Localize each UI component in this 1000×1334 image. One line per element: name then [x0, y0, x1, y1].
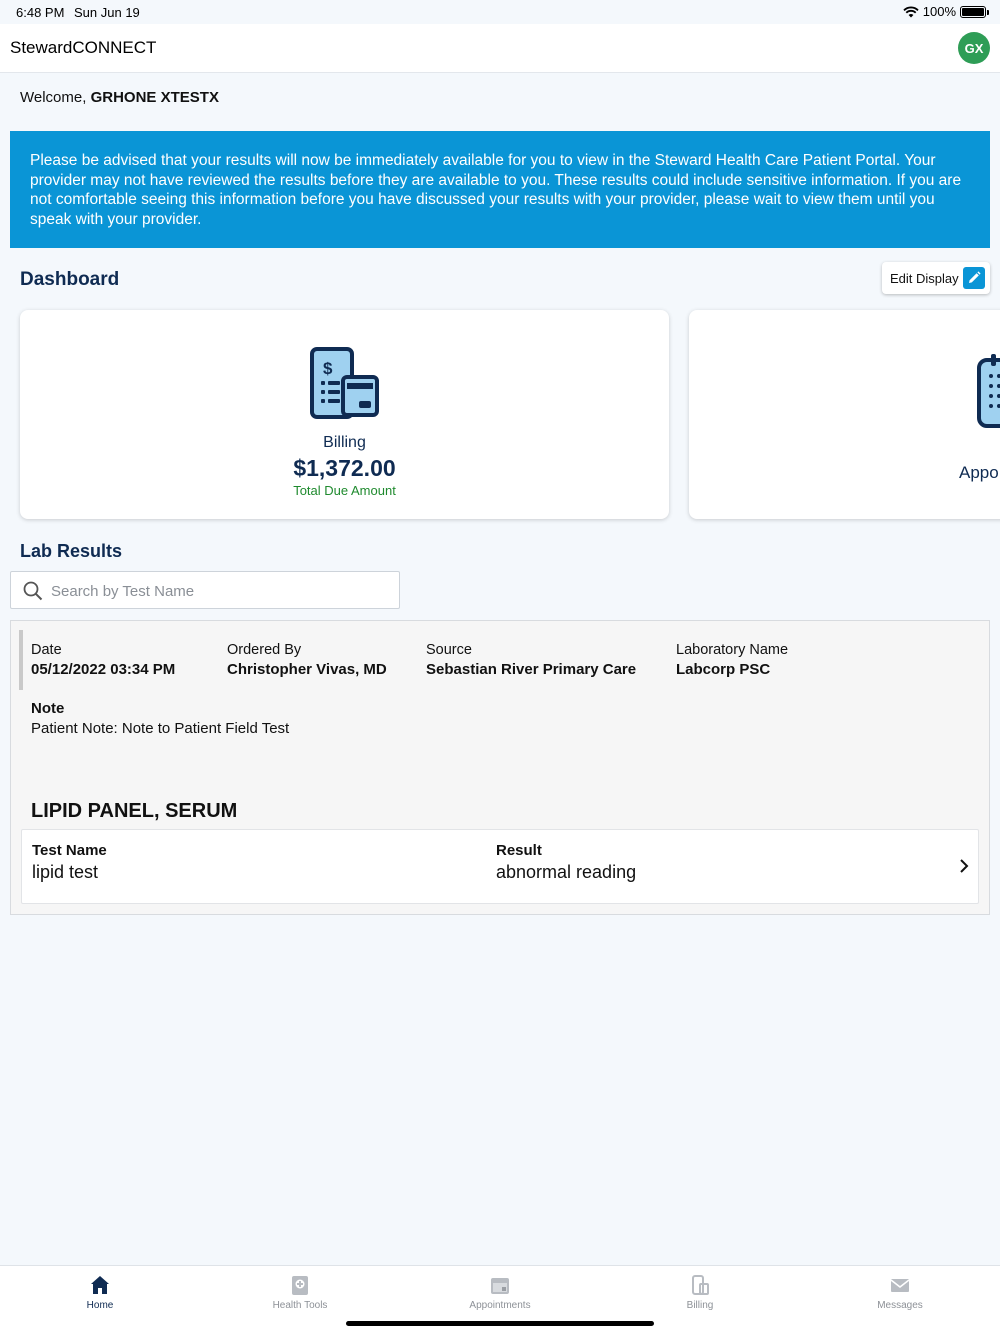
calendar-icon	[491, 1278, 509, 1294]
test-name-label: Test Name	[32, 842, 107, 859]
test-result-value: abnormal reading	[496, 862, 637, 882]
welcome-message: Welcome, GRHONE XTESTX	[20, 89, 219, 106]
billing-icon: $	[310, 347, 379, 419]
tab-appointments-label: Appointments	[469, 1300, 531, 1311]
edit-display-label: Edit Display	[890, 270, 959, 286]
results-notice-banner: Please be advised that your results will…	[10, 131, 990, 248]
app-title: StewardCONNECT	[10, 38, 157, 57]
status-right: 100%	[903, 4, 989, 19]
result-lab-value: Labcorp PSC	[676, 661, 771, 678]
home-icon	[91, 1276, 109, 1294]
edit-display-button[interactable]: Edit Display	[882, 262, 990, 294]
svg-text:$: $	[323, 359, 333, 378]
tab-messages-label: Messages	[877, 1300, 923, 1311]
status-bar: 6:48 PM Sun Jun 19 100%	[0, 0, 1000, 24]
appointments-card-label: Appo	[959, 463, 999, 482]
app-header: StewardCONNECT GX	[0, 24, 1000, 73]
search-icon	[23, 581, 43, 601]
billing-card[interactable]: $ Billing $1,372.00 Total Due Amount	[20, 310, 669, 519]
test-result-label: Result	[496, 842, 542, 859]
welcome-prefix: Welcome,	[20, 89, 87, 106]
test-name-value: lipid test	[32, 862, 99, 882]
status-date: Sun Jun 19	[74, 5, 140, 20]
battery-icon	[960, 5, 989, 18]
result-laboratory: Laboratory Name Labcorp PSC	[676, 642, 788, 678]
lab-results-title: Lab Results	[20, 541, 123, 561]
chevron-right-icon	[960, 859, 969, 873]
lab-search-input[interactable]	[51, 580, 391, 602]
status-time: 6:48 PM	[16, 5, 65, 20]
tab-messages[interactable]: Messages	[840, 1274, 960, 1311]
result-ordered-value: Christopher Vivas, MD	[227, 661, 387, 678]
result-note-value: Patient Note: Note to Patient Field Test	[31, 720, 290, 737]
result-source: Source Sebastian River Primary Care	[426, 642, 636, 678]
result-source-label: Source	[426, 642, 472, 658]
tab-health-tools[interactable]: Health Tools	[240, 1274, 360, 1311]
appointments-card[interactable]: Appo	[689, 310, 1000, 519]
billing-total-amount: $1,372.00	[293, 455, 396, 481]
billing-card-label: Billing	[323, 434, 366, 451]
result-date-label: Date	[31, 642, 62, 658]
panel-accent-bar	[19, 630, 23, 690]
envelope-icon	[890, 1279, 910, 1292]
tab-billing-label: Billing	[686, 1300, 714, 1311]
result-date: Date 05/12/2022 03:34 PM	[31, 642, 175, 678]
tab-billing[interactable]: Billing	[640, 1274, 760, 1311]
test-panel-title: LIPID PANEL, SERUM	[31, 800, 238, 822]
avatar[interactable]: GX	[958, 32, 990, 64]
result-ordered-by: Ordered By Christopher Vivas, MD	[227, 642, 387, 678]
health-tools-icon	[292, 1276, 308, 1295]
result-lab-label: Laboratory Name	[676, 642, 789, 658]
billing-total-caption: Total Due Amount	[293, 483, 396, 498]
tab-home-label: Home	[86, 1300, 114, 1311]
pencil-icon	[963, 267, 985, 289]
result-ordered-label: Ordered By	[227, 642, 302, 658]
wifi-icon	[903, 6, 919, 17]
result-source-value: Sebastian River Primary Care	[426, 661, 637, 678]
result-note-label: Note	[31, 700, 65, 717]
lab-search-box[interactable]	[10, 571, 400, 609]
home-indicator	[346, 1321, 654, 1326]
calendar-icon	[977, 354, 1000, 428]
battery-percent: 100%	[922, 4, 956, 19]
billing-icon	[692, 1275, 709, 1295]
lab-result-panel: Date 05/12/2022 03:34 PM Ordered By Chri…	[10, 620, 990, 915]
welcome-user-name: GRHONE XTESTX	[90, 89, 219, 106]
tab-home[interactable]: Home	[40, 1274, 160, 1311]
tab-appointments[interactable]: Appointments	[440, 1274, 560, 1311]
dashboard-title: Dashboard	[20, 269, 120, 290]
tab-health-tools-label: Health Tools	[272, 1300, 328, 1311]
result-date-value: 05/12/2022 03:34 PM	[31, 661, 176, 678]
test-result-row[interactable]: Test Name lipid test Result abnormal rea…	[21, 829, 979, 904]
